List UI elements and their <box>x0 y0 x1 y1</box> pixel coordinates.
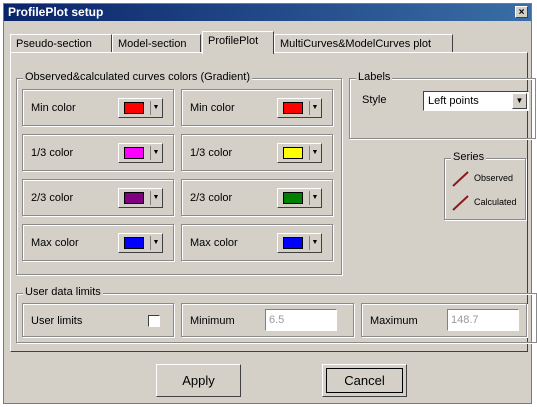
apply-button[interactable]: Apply <box>156 364 241 397</box>
observed-23-color-picker[interactable]: ▼ <box>118 188 163 208</box>
color-label: Min color <box>190 102 235 114</box>
labels-group: Labels Style Left points ▼ <box>349 71 536 139</box>
cancel-button[interactable]: Cancel <box>322 364 407 397</box>
minimum-input[interactable] <box>265 309 337 331</box>
observed-max-color-picker[interactable]: ▼ <box>118 233 163 253</box>
title-bar[interactable]: ProfilePlot setup × <box>4 4 531 21</box>
observed-max-color-cell: Max color ▼ <box>22 224 174 261</box>
calculated-23-color-cell: 2/3 color ▼ <box>181 179 333 216</box>
user-limits-cell: User limits <box>22 303 174 337</box>
calculated-min-color-picker[interactable]: ▼ <box>277 98 322 118</box>
observed-13-color-cell: 1/3 color ▼ <box>22 134 174 171</box>
minimum-label: Minimum <box>190 315 235 327</box>
color-swatch <box>124 237 144 249</box>
chevron-down-icon: ▼ <box>309 236 320 250</box>
chevron-down-icon: ▼ <box>309 146 320 160</box>
color-swatch <box>124 102 144 114</box>
color-label: 1/3 color <box>31 147 74 159</box>
line-legend-icon <box>452 171 469 187</box>
window-title: ProfilePlot setup <box>8 5 104 19</box>
tab-multicurves-modelcurves[interactable]: MultiCurves&ModelCurves plot <box>274 34 453 53</box>
calculated-max-color-cell: Max color ▼ <box>181 224 333 261</box>
calculated-23-color-picker[interactable]: ▼ <box>277 188 322 208</box>
color-swatch <box>283 102 303 114</box>
observed-23-color-cell: 2/3 color ▼ <box>22 179 174 216</box>
color-label: Max color <box>190 237 238 249</box>
chevron-down-icon: ▼ <box>309 101 320 115</box>
maximum-cell: Maximum <box>361 303 527 337</box>
calculated-13-color-cell: 1/3 color ▼ <box>181 134 333 171</box>
colors-group: Observed&calculated curves colors (Gradi… <box>16 71 342 275</box>
color-swatch <box>283 237 303 249</box>
user-data-limits-group: User data limits User limits Minimum Max… <box>16 286 537 343</box>
chevron-down-icon: ▼ <box>150 101 161 115</box>
series-label: Observed <box>474 173 514 183</box>
color-swatch <box>124 192 144 204</box>
label-style-value: Left points <box>428 95 479 107</box>
line-legend-icon <box>452 195 469 211</box>
color-swatch <box>124 147 144 159</box>
observed-min-color-picker[interactable]: ▼ <box>118 98 163 118</box>
tab-model-section[interactable]: Model-section <box>112 34 201 53</box>
colors-group-title: Observed&calculated curves colors (Gradi… <box>23 71 252 83</box>
color-label: Min color <box>31 102 76 114</box>
observed-min-color-cell: Min color ▼ <box>22 89 174 126</box>
series-group: Series Observed Calculated <box>444 151 526 220</box>
tab-panel-profileplot: Observed&calculated curves colors (Gradi… <box>10 52 537 352</box>
user-limits-label: User limits <box>31 315 83 327</box>
labels-group-title: Labels <box>356 71 393 83</box>
limits-group-title: User data limits <box>23 286 103 298</box>
tab-profileplot[interactable]: ProfilePlot <box>202 31 274 54</box>
series-group-title: Series <box>451 151 487 163</box>
calculated-13-color-picker[interactable]: ▼ <box>277 143 322 163</box>
profileplot-setup-window: ProfilePlot setup × Pseudo-section Model… <box>3 3 537 404</box>
maximum-label: Maximum <box>370 315 418 327</box>
label-style-select[interactable]: Left points ▼ <box>423 91 529 111</box>
calculated-max-color-picker[interactable]: ▼ <box>277 233 322 253</box>
user-limits-checkbox[interactable] <box>148 315 160 327</box>
color-swatch <box>283 192 303 204</box>
chevron-down-icon: ▼ <box>150 146 161 160</box>
color-label: 1/3 color <box>190 147 233 159</box>
chevron-down-icon: ▼ <box>150 236 161 250</box>
color-label: Max color <box>31 237 79 249</box>
observed-13-color-picker[interactable]: ▼ <box>118 143 163 163</box>
minimum-cell: Minimum <box>181 303 354 337</box>
color-swatch <box>283 147 303 159</box>
tab-pseudo-section[interactable]: Pseudo-section <box>10 34 112 53</box>
chevron-down-icon: ▼ <box>150 191 161 205</box>
color-label: 2/3 color <box>31 192 74 204</box>
close-icon[interactable]: × <box>515 6 528 18</box>
chevron-down-icon: ▼ <box>309 191 320 205</box>
style-label: Style <box>362 94 387 106</box>
color-label: 2/3 color <box>190 192 233 204</box>
series-label: Calculated <box>474 197 517 207</box>
calculated-min-color-cell: Min color ▼ <box>181 89 333 126</box>
chevron-down-icon[interactable]: ▼ <box>512 93 527 109</box>
maximum-input[interactable] <box>447 309 519 331</box>
